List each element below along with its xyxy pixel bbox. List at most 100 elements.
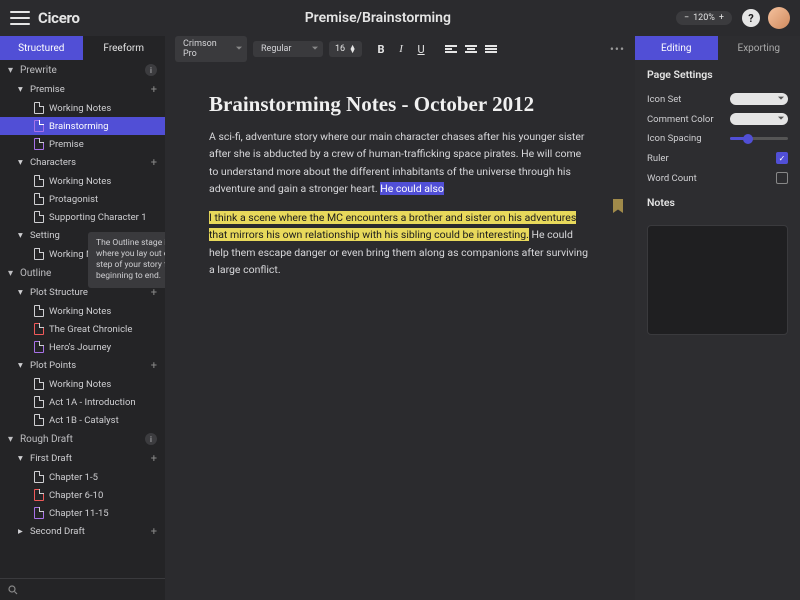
tab-structured[interactable]: Structured (0, 36, 83, 60)
tab-exporting[interactable]: Exporting (718, 36, 800, 60)
file-icon (34, 323, 44, 335)
sidebar-item[interactable]: Working Notes (0, 172, 165, 190)
doc-paragraph[interactable]: I think a scene where the MC encounters … (209, 210, 591, 279)
item-label: Premise (49, 139, 84, 150)
dropdown-pill[interactable] (730, 113, 788, 125)
row-label: Ruler (647, 153, 669, 164)
chevron-icon: ▾ (18, 287, 26, 298)
sidebar-item[interactable]: Premise (0, 135, 165, 153)
sidebar-item[interactable]: Brainstorming (0, 117, 165, 135)
panel-section-title: Page Settings (635, 60, 800, 89)
tab-editing[interactable]: Editing (635, 36, 718, 60)
help-button[interactable]: ? (742, 9, 760, 27)
sidebar-item[interactable]: Working Notes (0, 302, 165, 320)
row-label: Word Count (647, 173, 697, 184)
add-icon[interactable]: + (151, 452, 157, 465)
row-label: Comment Color (647, 114, 714, 125)
menu-icon[interactable] (10, 11, 30, 25)
add-icon[interactable]: + (151, 83, 157, 96)
checkbox[interactable] (776, 172, 788, 184)
file-icon (34, 102, 44, 114)
add-icon[interactable]: + (151, 156, 157, 169)
file-icon (34, 193, 44, 205)
settings-row: Comment Color (635, 109, 800, 129)
dropdown-pill[interactable] (730, 93, 788, 105)
group-header[interactable]: ▸Second Draft+ (0, 522, 165, 541)
file-icon (34, 175, 44, 187)
doc-paragraph[interactable]: A sci-fi, adventure story where our main… (209, 129, 591, 198)
group-header[interactable]: ▾Premise+ (0, 80, 165, 99)
item-label: Working Notes (49, 103, 111, 114)
add-icon[interactable]: + (151, 525, 157, 538)
item-label: Act 1A - Introduction (49, 397, 136, 408)
sidebar-item[interactable]: Hero's Journey (0, 338, 165, 356)
bold-button[interactable]: B (372, 40, 390, 58)
settings-row: Ruler ✓ (635, 148, 800, 168)
avatar[interactable] (768, 7, 790, 29)
search-bar[interactable] (0, 578, 165, 600)
slider[interactable] (730, 137, 788, 140)
file-icon (34, 138, 44, 150)
sidebar-item[interactable]: Chapter 1-5 (0, 468, 165, 486)
file-icon (34, 471, 44, 483)
highlighted-text: I think a scene where the MC encounters … (209, 211, 576, 241)
chevron-icon: ▾ (18, 230, 26, 241)
tab-freeform[interactable]: Freeform (83, 36, 166, 60)
weight-select[interactable]: Regular (253, 41, 323, 57)
text-selection: He could also (380, 182, 444, 195)
chevron-down-icon: ▾ (8, 268, 16, 279)
font-select[interactable]: Crimson Pro (175, 36, 247, 62)
align-left-button[interactable] (442, 40, 460, 58)
row-label: Icon Spacing (647, 133, 702, 144)
sidebar-item[interactable]: Protagonist (0, 190, 165, 208)
section-header[interactable]: ▾Rough Drafti (0, 429, 165, 449)
file-icon (34, 396, 44, 408)
panel-section-title: Notes (635, 188, 800, 217)
file-icon (34, 341, 44, 353)
group-header[interactable]: ▾Plot Points+ (0, 356, 165, 375)
item-label: Hero's Journey (49, 342, 111, 353)
italic-button[interactable]: I (392, 40, 410, 58)
zoom-control[interactable]: −120%+ (676, 11, 732, 25)
settings-row: Icon Spacing (635, 129, 800, 148)
chevron-down-icon: ▾ (8, 65, 16, 76)
file-icon (34, 120, 44, 132)
sidebar-item[interactable]: Supporting Character 1 (0, 208, 165, 226)
item-label: Chapter 1-5 (49, 472, 98, 483)
sidebar-item[interactable]: Chapter 6-10 (0, 486, 165, 504)
chevron-icon: ▸ (18, 526, 26, 537)
item-label: Working Notes (49, 379, 111, 390)
notes-textarea[interactable] (647, 225, 788, 335)
file-icon (34, 211, 44, 223)
file-icon (34, 248, 44, 260)
item-label: Chapter 11-15 (49, 508, 109, 519)
size-stepper[interactable]: 16▲▼ (329, 41, 362, 57)
group-header[interactable]: ▾Characters+ (0, 153, 165, 172)
section-header[interactable]: ▾Prewritei (0, 60, 165, 80)
item-label: Act 1B - Catalyst (49, 415, 119, 426)
info-badge[interactable]: i (145, 64, 157, 76)
item-label: Chapter 6-10 (49, 490, 103, 501)
sidebar-item[interactable]: Working Notes (0, 375, 165, 393)
item-label: The Great Chronicle (49, 324, 132, 335)
info-badge[interactable]: i (145, 433, 157, 445)
chevron-icon: ▾ (18, 157, 26, 168)
sidebar-item[interactable]: Act 1A - Introduction (0, 393, 165, 411)
sidebar-item[interactable]: Chapter 11-15 (0, 504, 165, 522)
align-justify-button[interactable] (482, 40, 500, 58)
align-center-button[interactable] (462, 40, 480, 58)
add-icon[interactable]: + (151, 359, 157, 372)
chevron-icon: ▾ (18, 360, 26, 371)
item-label: Supporting Character 1 (49, 212, 147, 223)
item-label: Brainstorming (49, 121, 108, 132)
checkbox[interactable]: ✓ (776, 152, 788, 164)
sidebar-item[interactable]: The Great Chronicle (0, 320, 165, 338)
bookmark-icon[interactable] (613, 199, 623, 213)
sidebar-item[interactable]: Working Notes (0, 99, 165, 117)
search-input[interactable] (24, 585, 157, 595)
more-button[interactable]: ••• (610, 42, 625, 56)
group-header[interactable]: ▾First Draft+ (0, 449, 165, 468)
file-icon (34, 378, 44, 390)
sidebar-item[interactable]: Act 1B - Catalyst (0, 411, 165, 429)
underline-button[interactable]: U (412, 40, 430, 58)
